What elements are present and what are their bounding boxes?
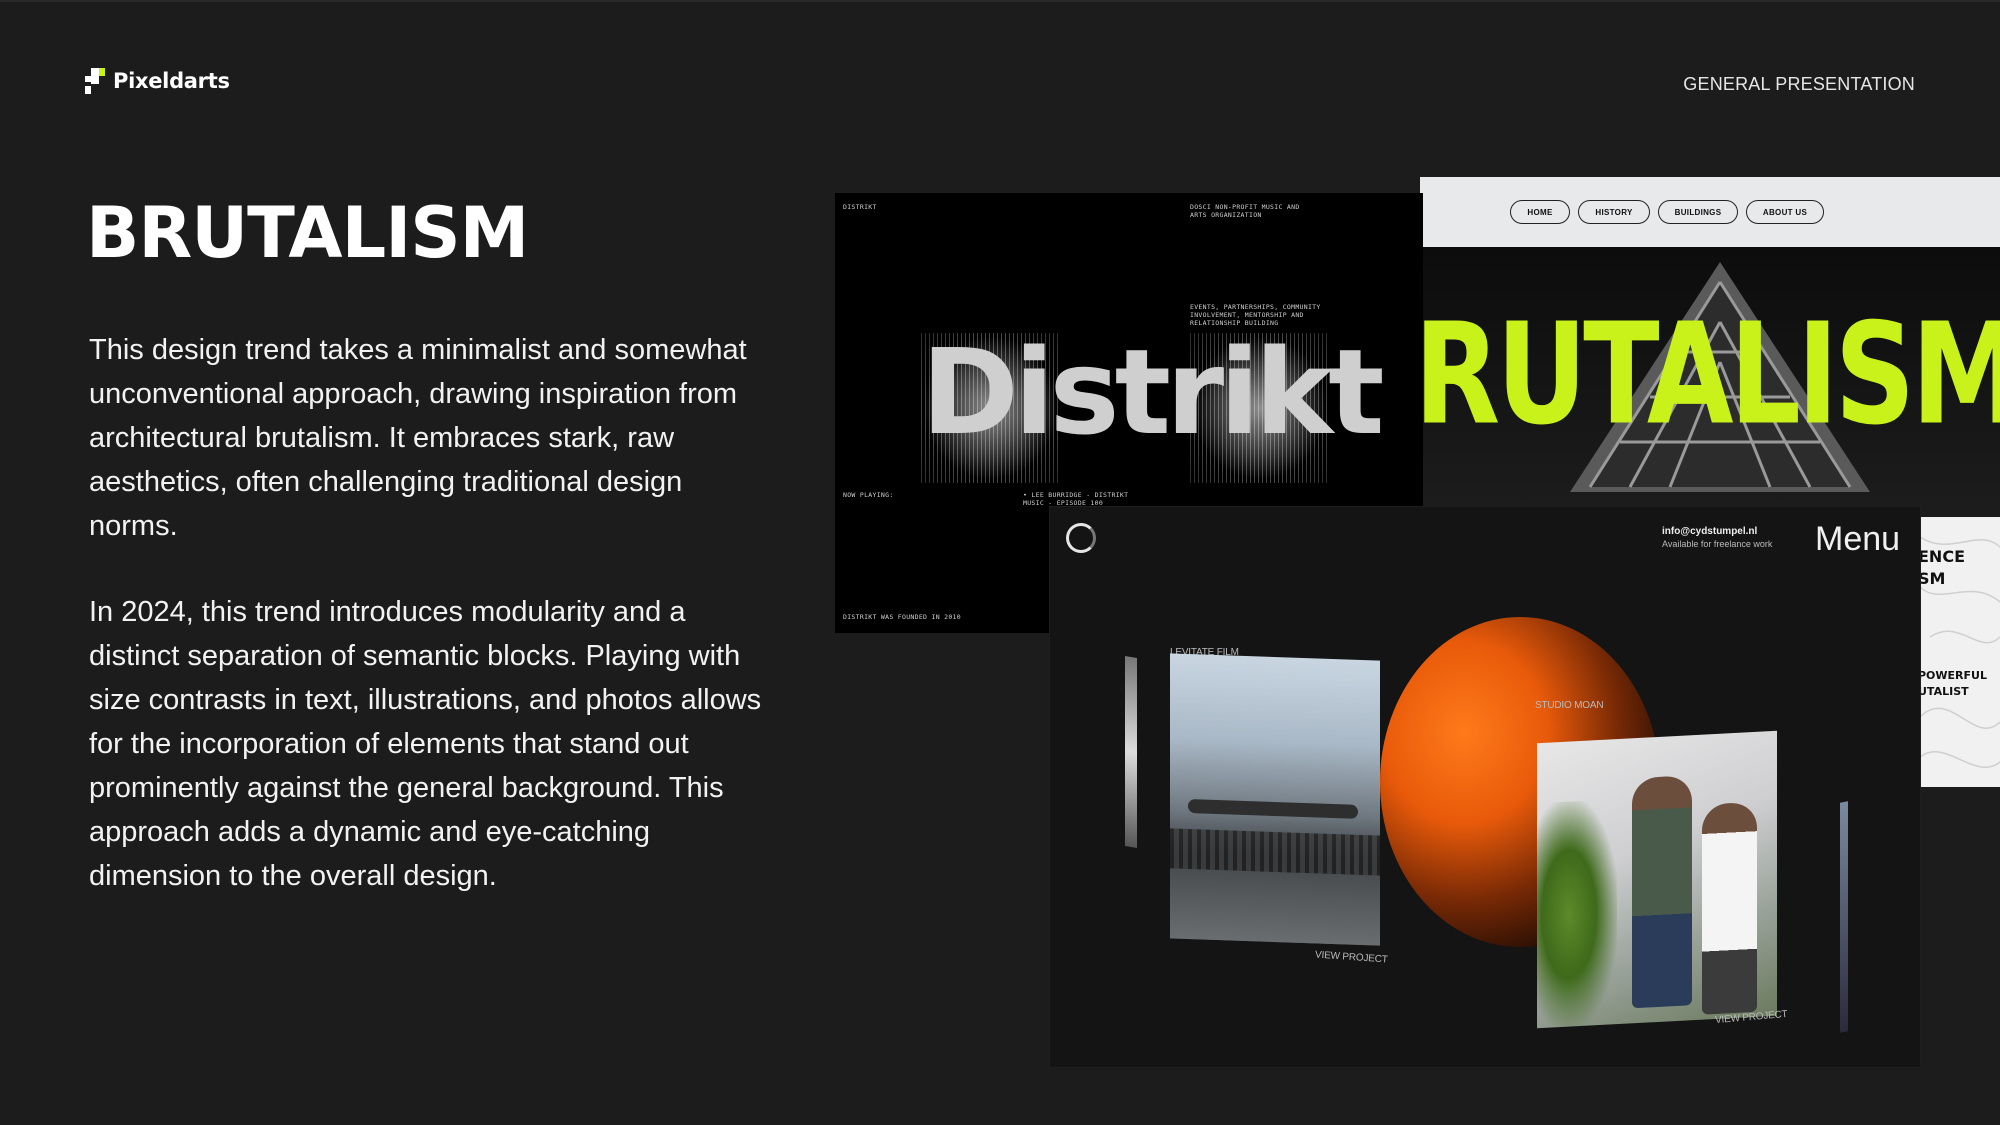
loader-icon xyxy=(1066,523,1096,553)
distrikt-corner-label: DISTRIKT xyxy=(843,203,877,211)
airplane-shape xyxy=(1188,798,1358,819)
track-info: • LEE BURRIDGE - DISTRIKT MUSIC - EPISOD… xyxy=(1023,491,1129,507)
topo-word-4: UTALIST xyxy=(1920,685,1969,698)
pixeldarts-logo-icon xyxy=(85,68,105,94)
nav-buildings-pill: BUILDINGS xyxy=(1658,200,1738,224)
slide-title: BRUTALISM xyxy=(86,192,529,274)
brand-logo: Pixeldarts xyxy=(85,68,230,94)
nav-home-pill: HOME xyxy=(1510,200,1570,224)
description-paragraph-2: In 2024, this trend introduces modularit… xyxy=(89,596,762,892)
description-paragraph-1: This design trend takes a minimalist and… xyxy=(89,334,747,542)
contact-email: info@cydstumpel.nl xyxy=(1662,526,1758,537)
project-card-1-photo xyxy=(1170,653,1380,946)
menu-button: Menu xyxy=(1815,520,1901,558)
distrikt-blurb: DOSCI NON-PROFIT MUSIC AND ARTS ORGANIZA… xyxy=(1190,203,1300,219)
studio-site-screenshot: info@cydstumpel.nl Available for freelan… xyxy=(1050,507,1920,1067)
distrikt-headline: Distrikt xyxy=(921,323,1385,461)
presentation-slide: Pixeldarts GENERAL PRESENTATION BRUTALIS… xyxy=(0,0,2000,1125)
project-card-2-photo xyxy=(1537,730,1777,1029)
project-card-1-cta: VIEW PROJECT xyxy=(1314,949,1388,966)
nav-about-pill: ABOUT US xyxy=(1746,200,1824,224)
carousel-card-edge-right xyxy=(1840,801,1848,1033)
nav-history-pill: HISTORY xyxy=(1578,200,1650,224)
topography-site-screenshot: ENCE SM POWERFUL UTALIST xyxy=(1920,517,2000,787)
now-playing-label: NOW PLAYING: xyxy=(843,491,894,499)
person-shape-1 xyxy=(1632,775,1692,1009)
brutalism-site-nav: HOME HISTORY BUILDINGS ABOUT US xyxy=(1420,177,2000,247)
topo-word-3: POWERFUL xyxy=(1920,669,1987,682)
person-shape-2 xyxy=(1702,801,1757,1015)
brutalism-site-screenshot: HOME HISTORY BUILDINGS ABOUT US RUTALISM xyxy=(1420,177,2000,507)
brand-name: Pixeldarts xyxy=(113,69,230,93)
plant-shape xyxy=(1537,799,1617,1029)
availability-note: Available for freelance work xyxy=(1662,539,1773,549)
example-collage: HOME HISTORY BUILDINGS ABOUT US RUTALISM… xyxy=(835,177,2000,1077)
topo-word-1: ENCE xyxy=(1920,547,1965,566)
project-card-2-title: STUDIO MOAN xyxy=(1535,700,1604,711)
carousel-card-edge-left xyxy=(1125,655,1137,849)
brutalism-headline: RUTALISM xyxy=(1420,293,2000,457)
topo-word-2: SM xyxy=(1920,569,1946,588)
founded-note: DISTRIKT WAS FOUNDED IN 2010 xyxy=(843,613,961,621)
presentation-label: GENERAL PRESENTATION xyxy=(1683,74,1915,94)
tarmac-shape xyxy=(1170,868,1380,946)
